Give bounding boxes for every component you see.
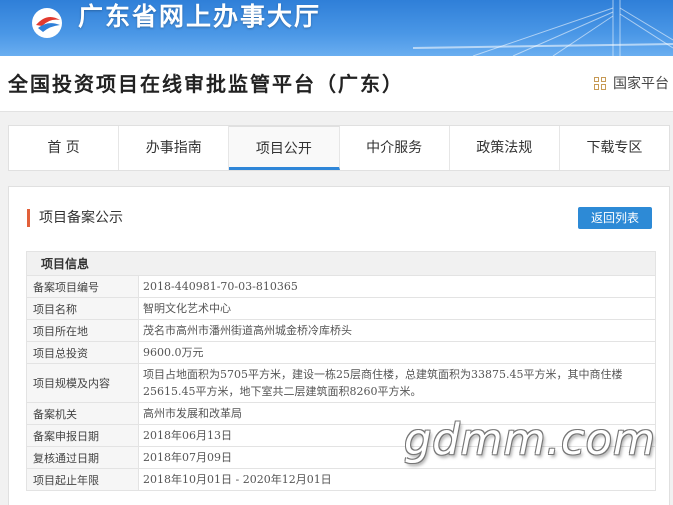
- row-label: 项目规模及内容: [26, 363, 139, 403]
- table-row: 项目所在地 茂名市高州市潘州街道高州城金桥冷库桥头: [26, 319, 656, 342]
- row-value: 茂名市高州市潘州街道高州城金桥冷库桥头: [138, 319, 656, 342]
- grid-icon: [594, 76, 607, 90]
- row-value: 智明文化艺术中心: [138, 297, 656, 320]
- back-to-list-button[interactable]: 返回列表: [578, 207, 652, 229]
- national-platform-link[interactable]: 国家平台: [594, 73, 669, 93]
- row-value: 项目占地面积为5705平方米，建设一栋25层商住楼，总建筑面积为33875.45…: [138, 363, 656, 403]
- nav-policies[interactable]: 政策法规: [450, 126, 560, 170]
- row-label: 备案机关: [26, 402, 139, 425]
- bridge-illustration: [413, 0, 673, 56]
- national-platform-label: 国家平台: [613, 76, 669, 92]
- table-row: 项目名称 智明文化艺术中心: [26, 297, 656, 320]
- main-nav: 首 页 办事指南 项目公开 中介服务 政策法规 下载专区: [8, 125, 670, 171]
- row-label: 复核通过日期: [26, 446, 139, 469]
- row-value: 9600.0万元: [138, 341, 656, 364]
- table-row: 项目起止年限 2018年10月01日 - 2020年12月01日: [26, 468, 656, 491]
- row-label: 备案项目编号: [26, 275, 139, 298]
- row-label: 项目名称: [26, 297, 139, 320]
- row-label: 项目起止年限: [26, 468, 139, 491]
- row-value: 2018年10月01日 - 2020年12月01日: [138, 468, 656, 491]
- table-row: 备案项目编号 2018-440981-70-03-810365: [26, 275, 656, 298]
- row-value: 2018-440981-70-03-810365: [138, 275, 656, 298]
- table-header: 项目信息: [26, 251, 656, 276]
- platform-header: 全国投资项目在线审批监管平台（广东） 国家平台: [0, 56, 673, 112]
- nav-project-disclosure[interactable]: 项目公开: [229, 126, 340, 170]
- table-row: 项目总投资 9600.0万元: [26, 341, 656, 364]
- row-label: 项目所在地: [26, 319, 139, 342]
- row-label: 备案申报日期: [26, 424, 139, 447]
- nav-intermediary-services[interactable]: 中介服务: [340, 126, 450, 170]
- site-banner: 广东省网上办事大厅: [0, 0, 673, 56]
- watermark: gdmm.com: [404, 415, 656, 465]
- row-label: 项目总投资: [26, 341, 139, 364]
- nav-downloads[interactable]: 下载专区: [560, 126, 669, 170]
- nav-guide[interactable]: 办事指南: [119, 126, 230, 170]
- page-title: 全国投资项目在线审批监管平台（广东）: [8, 72, 404, 96]
- nav-home[interactable]: 首 页: [9, 126, 120, 170]
- section-title: 项目备案公示: [27, 209, 123, 227]
- table-row: 项目规模及内容 项目占地面积为5705平方米，建设一栋25层商住楼，总建筑面积为…: [26, 363, 656, 403]
- guangdong-logo-icon: [32, 8, 62, 38]
- site-name: 广东省网上办事大厅: [78, 2, 322, 31]
- table-header-row: 项目信息: [26, 251, 656, 276]
